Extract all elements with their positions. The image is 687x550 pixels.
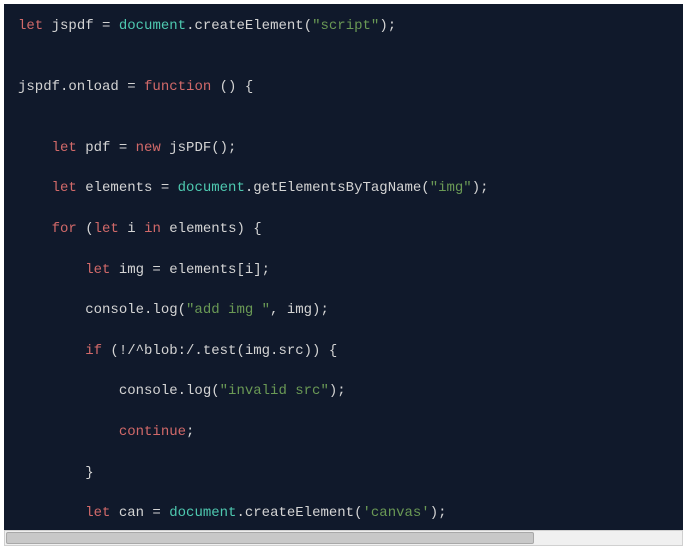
code-area[interactable]: let jspdf = document.createElement("scri… (4, 4, 683, 530)
keyword-for: for (18, 221, 77, 237)
keyword-let: let (18, 140, 77, 156)
code: can = (110, 505, 169, 521)
code: pdf = (77, 140, 136, 156)
paren: ); (379, 18, 396, 34)
code: console.log( (18, 383, 220, 399)
editor-frame: let jspdf = document.createElement("scri… (0, 0, 687, 550)
document-ref: document (119, 18, 186, 34)
horizontal-scrollbar[interactable] (4, 530, 683, 546)
paren: ); (430, 505, 447, 521)
string: 'canvas' (362, 505, 429, 521)
keyword-let: let (94, 221, 119, 237)
keyword-new: new (136, 140, 161, 156)
method: createElement (194, 18, 303, 34)
code: (!/^blob:/.test(img.src)) { (102, 343, 337, 359)
keyword-function: function (144, 79, 211, 95)
code: jspdf.onload = (18, 79, 144, 95)
keyword-let: let (18, 505, 110, 521)
dot: . (236, 505, 244, 521)
paren: ( (304, 18, 312, 34)
scrollbar-thumb[interactable] (6, 532, 534, 544)
string: "add img " (186, 302, 270, 318)
code: ; (186, 424, 194, 440)
method: getElementsByTagName (253, 180, 421, 196)
string: "invalid src" (220, 383, 329, 399)
method: createElement (245, 505, 354, 521)
op: = (102, 18, 119, 34)
document-ref: document (169, 505, 236, 521)
code: i (119, 221, 144, 237)
keyword-let: let (18, 262, 110, 278)
keyword-let: let (18, 180, 77, 196)
keyword-if: if (18, 343, 102, 359)
dot: . (245, 180, 253, 196)
keyword-let: let (18, 18, 43, 34)
keyword-in: in (144, 221, 161, 237)
code: , img); (270, 302, 329, 318)
string: "script" (312, 18, 379, 34)
document-ref: document (178, 180, 245, 196)
string: "img" (430, 180, 472, 196)
keyword-continue: continue (18, 424, 186, 440)
code: jsPDF(); (161, 140, 237, 156)
var: jspdf (43, 18, 102, 34)
code: () { (211, 79, 253, 95)
paren: ); (472, 180, 489, 196)
code: ( (77, 221, 94, 237)
code: img = elements[i]; (110, 262, 270, 278)
code: console.log( (18, 302, 186, 318)
paren: ( (421, 180, 429, 196)
code: } (18, 465, 94, 481)
code: elements = (77, 180, 178, 196)
code: ); (329, 383, 346, 399)
code: elements) { (161, 221, 262, 237)
